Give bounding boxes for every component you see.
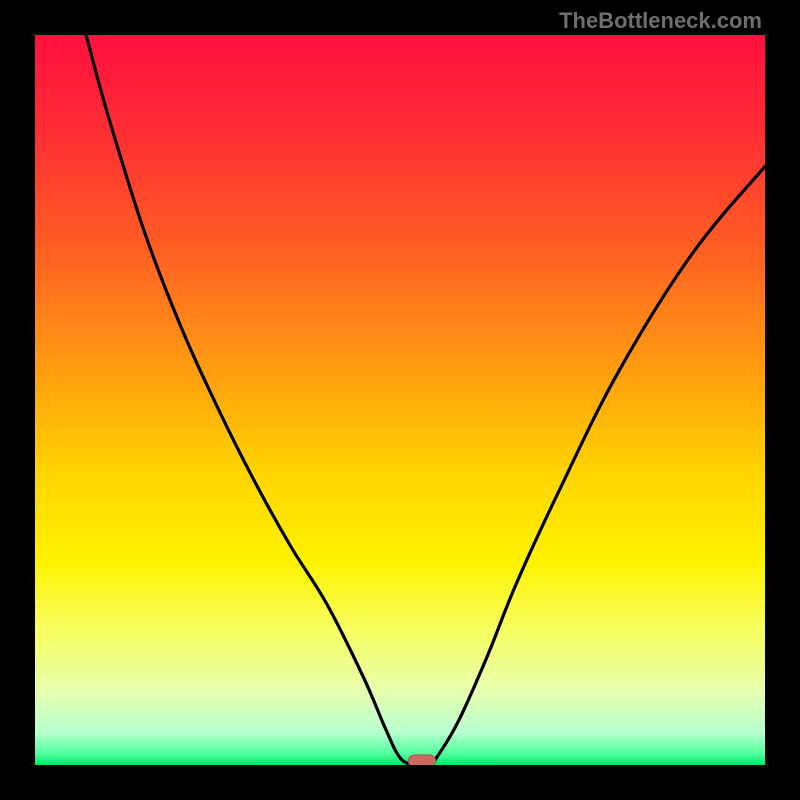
optimal-marker — [408, 755, 436, 765]
chart-frame: { "watermark": "TheBottleneck.com", "col… — [0, 0, 800, 800]
bottleneck-curve — [35, 35, 765, 765]
watermark-text: TheBottleneck.com — [559, 8, 762, 34]
plot-area — [35, 35, 765, 765]
